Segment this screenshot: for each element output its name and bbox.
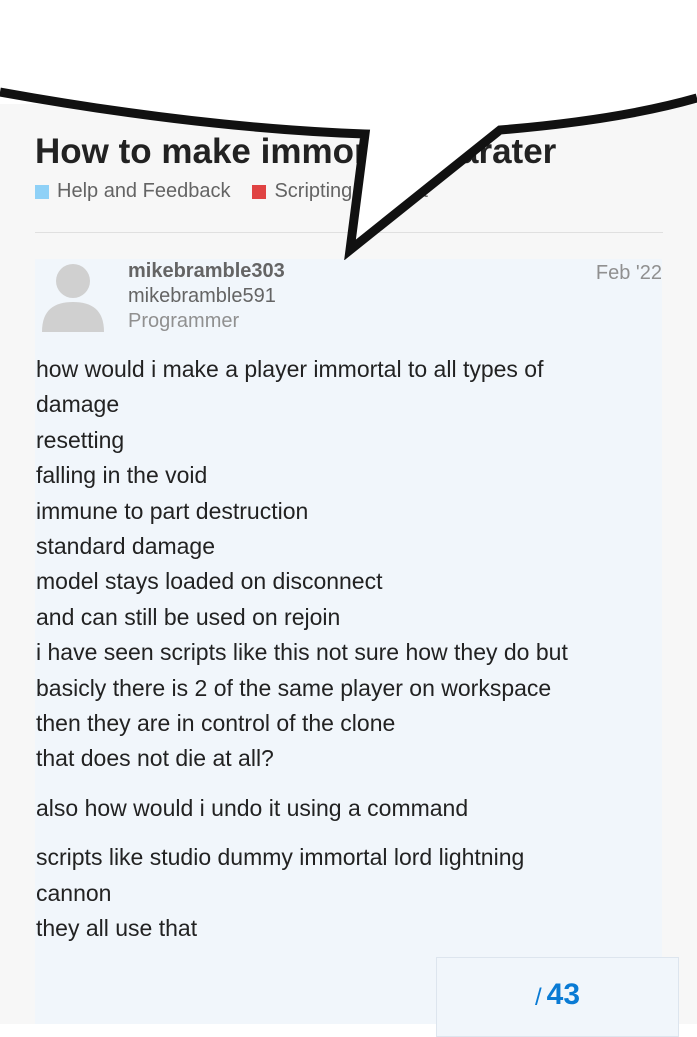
post-username[interactable]: mikebramble303	[128, 260, 285, 283]
post-user-title: Programmer	[128, 310, 240, 332]
post-date[interactable]: Feb '22	[596, 262, 662, 285]
post-line: and can still be used on rejoin	[36, 603, 341, 630]
post-line: i have seen scripts like this not sure h…	[36, 639, 568, 666]
post-line: scripts like studio dummy immortal lord …	[36, 844, 525, 871]
post-line: how would i make a player immortal to al…	[36, 356, 544, 382]
topic-progress[interactable]: / 43	[436, 957, 679, 1037]
post-paragraph: scripts like studio dummy immortal lord …	[36, 840, 656, 946]
default-avatar-icon[interactable]	[40, 262, 106, 332]
post-line: then they are in control of the clone	[36, 710, 396, 737]
post-paragraph: also how would i undo it using a command	[36, 791, 656, 826]
post-line: falling in the void	[36, 462, 208, 489]
post-body: how would i make a player immortal to al…	[36, 352, 656, 961]
post-line: immune to part destruction	[36, 497, 309, 524]
post-line: they all use that	[36, 915, 198, 942]
post-line: standard damage	[36, 533, 216, 560]
post-paragraph: how would i make a player immortal to al…	[36, 352, 656, 777]
speech-bubble-overlay	[0, 0, 697, 260]
progress-total: 43	[546, 978, 581, 1011]
post-display-name: mikebramble591	[128, 285, 276, 307]
post-line: resetting	[36, 426, 125, 453]
progress-separator: /	[534, 984, 542, 1011]
post-line: model stays loaded on disconnect	[36, 568, 383, 595]
post-line: cannon	[36, 879, 112, 906]
post-line: damage	[36, 391, 120, 418]
post-line: also how would i undo it using a command	[36, 794, 469, 821]
post-line: basicly there is 2 of the same player on…	[36, 674, 552, 701]
post-line: that does not die at all?	[36, 745, 274, 772]
